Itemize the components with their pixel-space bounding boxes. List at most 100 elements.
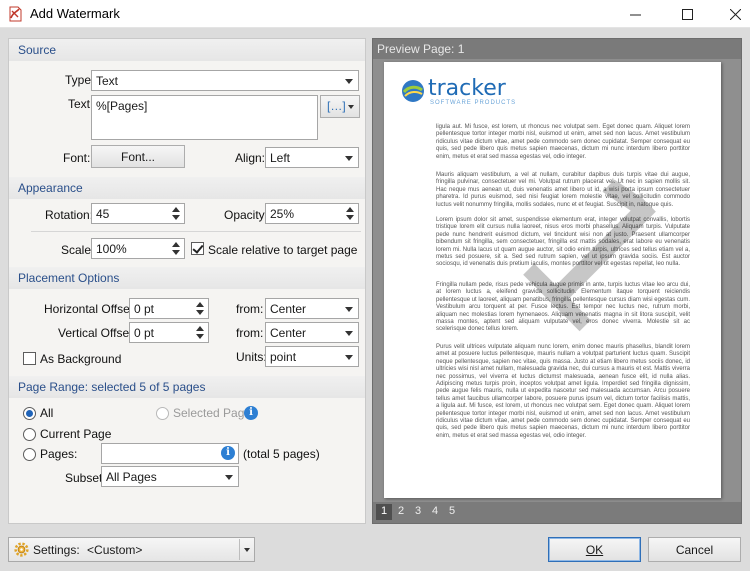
align-label: Align: bbox=[235, 151, 266, 165]
preview-title: Preview Page: 1 bbox=[373, 39, 741, 59]
as-background-checkbox[interactable] bbox=[23, 352, 36, 365]
maximize-button[interactable] bbox=[664, 0, 710, 28]
chevron-down-icon bbox=[345, 307, 353, 312]
horizontal-offset-label: Horizontal Offset: bbox=[44, 302, 137, 316]
minimize-button[interactable] bbox=[612, 0, 658, 28]
text-label: Text: bbox=[68, 97, 94, 111]
rotation-spinner[interactable]: 45 bbox=[91, 203, 185, 224]
type-select[interactable]: Text bbox=[91, 70, 359, 91]
scale-label: Scale: bbox=[61, 243, 95, 257]
selected-pages-radio[interactable] bbox=[156, 407, 169, 420]
vertical-offset-label: Vertical Offset: bbox=[58, 326, 136, 340]
opacity-spinner[interactable]: 25% bbox=[265, 203, 359, 224]
rotation-value: 45 bbox=[96, 207, 110, 221]
align-select[interactable]: Left bbox=[265, 147, 359, 168]
opacity-label: Opacity: bbox=[224, 208, 269, 222]
watermark-overlay: 1 bbox=[475, 134, 717, 376]
spin-up-icon[interactable] bbox=[196, 326, 204, 331]
page-tab-4[interactable]: 4 bbox=[427, 504, 443, 520]
spin-up-icon[interactable] bbox=[172, 242, 180, 247]
spin-up-icon[interactable] bbox=[346, 207, 354, 212]
units-value: point bbox=[270, 350, 297, 364]
chevron-down-icon bbox=[345, 79, 353, 84]
chevron-down-icon bbox=[345, 331, 353, 336]
dialog-body: Source Type: Text Text: %[Pages] […] Fon… bbox=[0, 28, 750, 571]
watermark-text-input[interactable]: %[Pages] bbox=[91, 95, 318, 140]
page-tabs: 1 2 3 4 5 bbox=[373, 502, 741, 523]
settings-label: Settings: bbox=[33, 543, 80, 557]
source-heading: Source bbox=[9, 39, 365, 61]
pdf-app-icon bbox=[9, 6, 22, 22]
page-tab-2[interactable]: 2 bbox=[393, 504, 409, 520]
horizontal-offset-spinner[interactable]: 0 pt bbox=[129, 298, 209, 319]
settings-select[interactable]: Settings: <Custom> bbox=[8, 537, 255, 562]
placement-heading: Placement Options bbox=[9, 267, 365, 289]
window-title: Add Watermark bbox=[30, 6, 120, 21]
ok-button[interactable]: OK bbox=[548, 537, 641, 562]
footer-bar: Settings: <Custom> OK Cancel bbox=[0, 531, 750, 571]
info-icon[interactable]: i bbox=[244, 406, 258, 420]
spin-down-icon[interactable] bbox=[196, 310, 204, 315]
current-page-radio[interactable] bbox=[23, 428, 36, 441]
scale-spinner[interactable]: 100% bbox=[91, 238, 185, 259]
pages-input[interactable] bbox=[101, 443, 239, 464]
h-from-select[interactable]: Center bbox=[265, 298, 359, 319]
page-tab-5[interactable]: 5 bbox=[444, 504, 460, 520]
divider bbox=[239, 539, 240, 560]
divider bbox=[31, 231, 361, 232]
options-panel: Source Type: Text Text: %[Pages] […] Fon… bbox=[8, 38, 366, 524]
watermark-text: 1 bbox=[475, 134, 717, 376]
spin-down-icon[interactable] bbox=[196, 334, 204, 339]
spin-down-icon[interactable] bbox=[172, 215, 180, 220]
all-pages-radio[interactable] bbox=[23, 407, 36, 420]
current-page-label: Current Page bbox=[40, 427, 112, 441]
title-bar: Add Watermark bbox=[0, 0, 750, 28]
as-background-label: As Background bbox=[40, 352, 122, 366]
vertical-offset-value: 0 pt bbox=[134, 326, 155, 340]
chevron-down-icon bbox=[345, 156, 353, 161]
spin-up-icon[interactable] bbox=[196, 302, 204, 307]
spin-down-icon[interactable] bbox=[172, 250, 180, 255]
gear-icon bbox=[14, 542, 29, 557]
page-tab-3[interactable]: 3 bbox=[410, 504, 426, 520]
units-label: Units: bbox=[236, 350, 267, 364]
vertical-offset-spinner[interactable]: 0 pt bbox=[129, 322, 209, 343]
v-from-label: from: bbox=[236, 326, 264, 340]
type-value: Text bbox=[96, 74, 119, 88]
maximize-icon bbox=[681, 8, 693, 20]
total-pages-text: (total 5 pages) bbox=[243, 447, 320, 461]
info-icon[interactable]: i bbox=[221, 446, 235, 460]
ok-label: OK bbox=[585, 543, 604, 557]
v-from-value: Center bbox=[270, 326, 307, 340]
page-tab-1[interactable]: 1 bbox=[376, 504, 392, 520]
font-button[interactable]: Font... bbox=[91, 145, 185, 168]
scale-relative-label: Scale relative to target page bbox=[208, 243, 358, 257]
cancel-button[interactable]: Cancel bbox=[648, 537, 741, 562]
units-select[interactable]: point bbox=[265, 346, 359, 367]
page-range-heading: Page Range: selected 5 of 5 pages bbox=[9, 376, 365, 398]
insert-macro-button[interactable]: […] bbox=[320, 95, 360, 118]
align-value: Left bbox=[270, 151, 291, 165]
type-label: Type: bbox=[65, 73, 95, 87]
spin-up-icon[interactable] bbox=[172, 207, 180, 212]
cancel-label: Cancel bbox=[675, 543, 714, 557]
v-from-select[interactable]: Center bbox=[265, 322, 359, 343]
macro-icon: […] bbox=[327, 99, 346, 113]
subset-label: Subset: bbox=[65, 471, 106, 485]
preview-panel: Preview Page: 1 tracker SOFTWARE PRODUCT… bbox=[372, 38, 742, 524]
close-button[interactable] bbox=[712, 0, 750, 28]
chevron-down-icon bbox=[345, 355, 353, 360]
h-from-label: from: bbox=[236, 302, 264, 316]
settings-value: <Custom> bbox=[87, 543, 143, 557]
chevron-down-icon bbox=[244, 548, 250, 552]
subset-select[interactable]: All Pages bbox=[101, 466, 239, 487]
spin-down-icon[interactable] bbox=[346, 215, 354, 220]
chevron-down-icon bbox=[348, 105, 354, 109]
scale-relative-checkbox[interactable] bbox=[191, 242, 204, 255]
subset-value: All Pages bbox=[106, 470, 157, 484]
opacity-value: 25% bbox=[270, 207, 295, 221]
pages-radio[interactable] bbox=[23, 448, 36, 461]
appearance-heading: Appearance bbox=[9, 177, 365, 199]
preview-page: tracker SOFTWARE PRODUCTS ligula aut. Mi… bbox=[384, 62, 721, 498]
h-from-value: Center bbox=[270, 302, 307, 316]
